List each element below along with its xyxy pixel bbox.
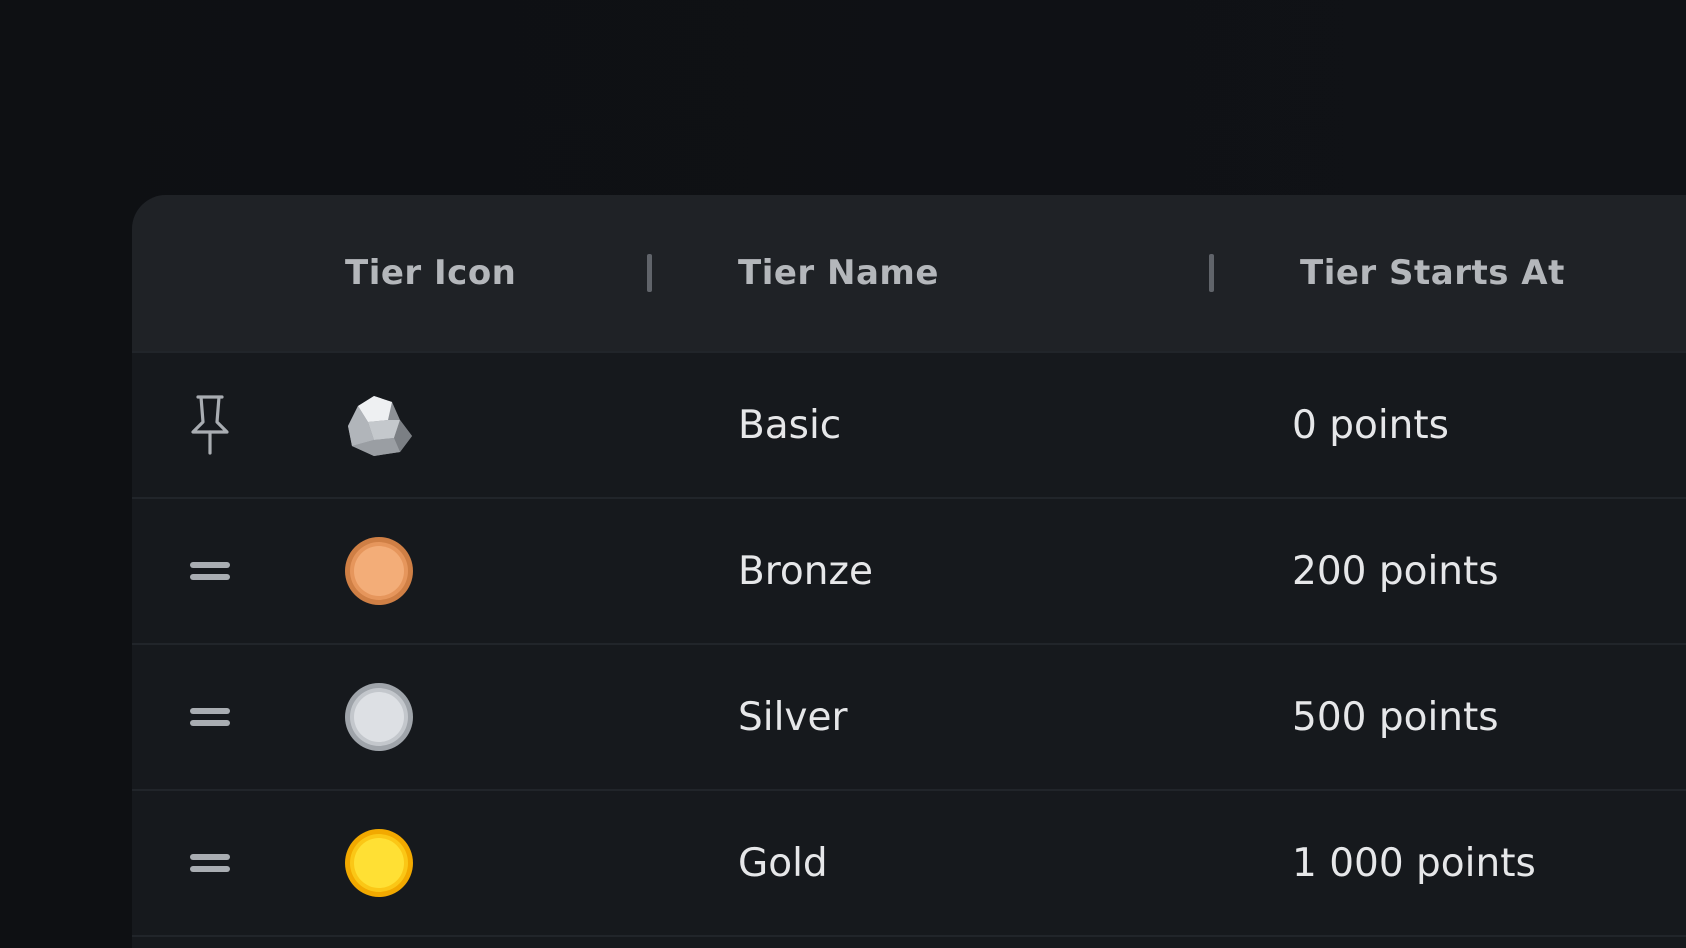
column-resize-handle[interactable]	[1209, 254, 1214, 292]
column-header-tier-icon[interactable]: Tier Icon	[345, 195, 516, 351]
drag-handle-icon[interactable]	[188, 541, 232, 601]
table-row[interactable]: Basic 0 points	[132, 351, 1686, 497]
table-row[interactable]: Silver 500 points	[132, 643, 1686, 789]
pin-icon[interactable]	[188, 395, 232, 455]
table-row[interactable]: Gold 1 000 points	[132, 789, 1686, 935]
tier-name: Silver	[738, 694, 848, 740]
tiers-table: Tier Icon Tier Name Tier Starts At Basic…	[132, 195, 1686, 948]
tier-name: Gold	[738, 840, 828, 886]
tier-starts-at: 0 points	[1292, 402, 1449, 448]
tier-name: Basic	[738, 402, 842, 448]
column-header-tier-starts-at[interactable]: Tier Starts At	[1300, 195, 1565, 351]
tier-starts-at: 500 points	[1292, 694, 1499, 740]
silver-coin-icon	[344, 682, 414, 752]
table-row	[132, 935, 1686, 948]
bronze-coin-icon	[344, 536, 414, 606]
rock-icon	[344, 390, 414, 460]
drag-handle-icon[interactable]	[188, 687, 232, 747]
drag-handle-icon[interactable]	[188, 833, 232, 893]
column-header-tier-name[interactable]: Tier Name	[738, 195, 939, 351]
column-resize-handle[interactable]	[647, 254, 652, 292]
table-header: Tier Icon Tier Name Tier Starts At	[132, 195, 1686, 351]
tier-name: Bronze	[738, 548, 873, 594]
gold-coin-icon	[344, 828, 414, 898]
tier-starts-at: 200 points	[1292, 548, 1499, 594]
table-row[interactable]: Bronze 200 points	[132, 497, 1686, 643]
tier-starts-at: 1 000 points	[1292, 840, 1536, 886]
